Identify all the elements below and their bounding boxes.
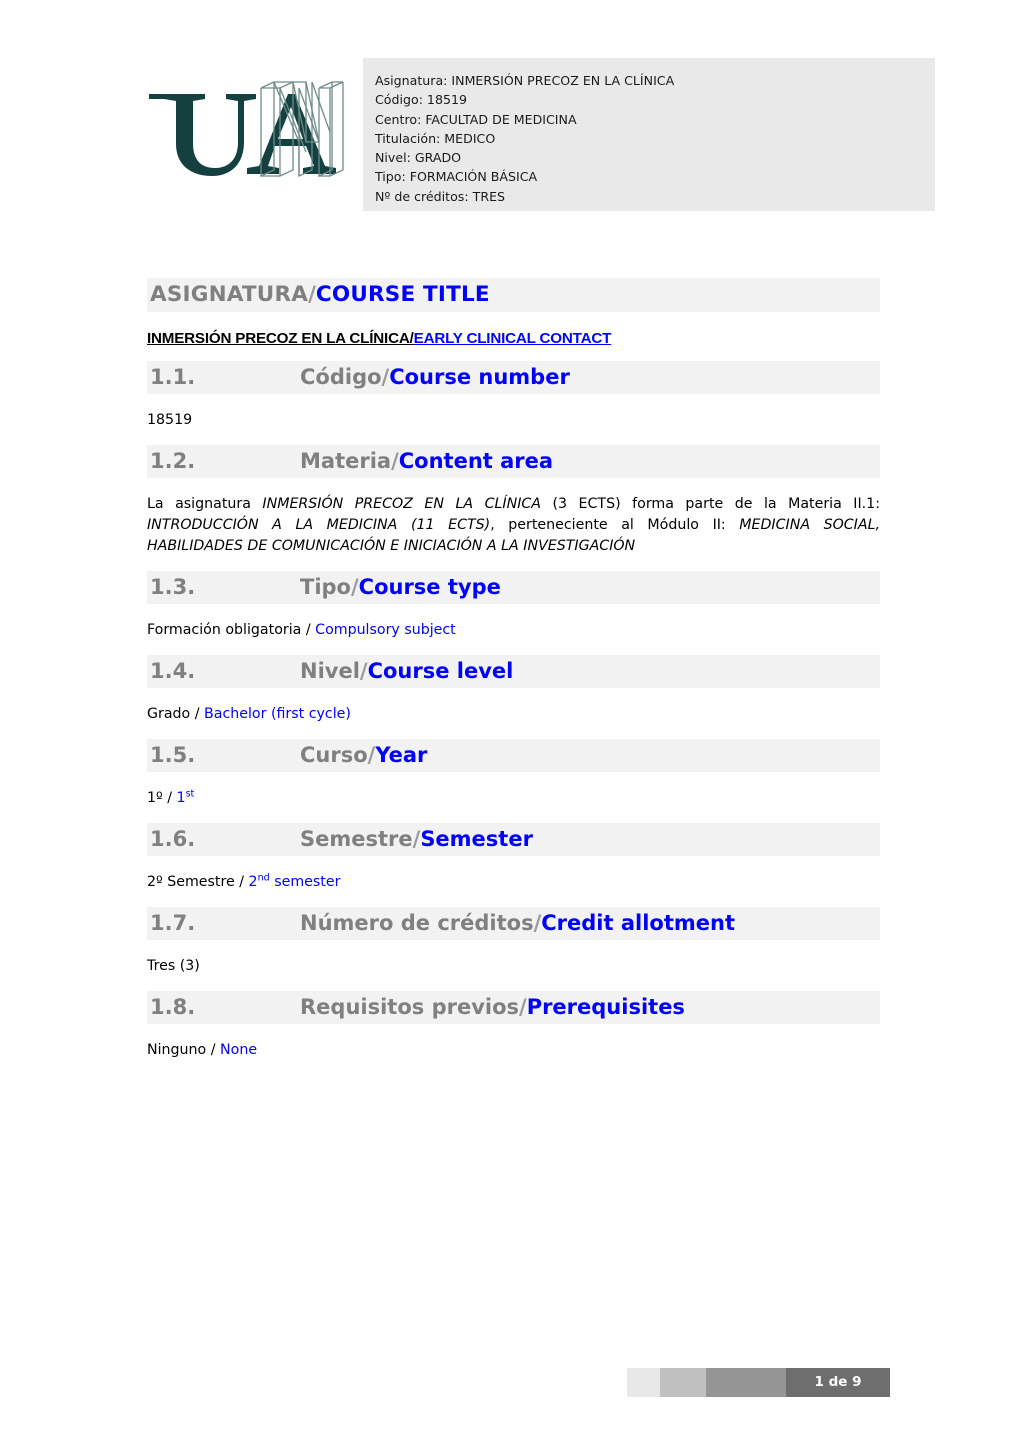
section-number-1-8: 1.8.	[150, 995, 196, 1019]
section-heading-1-3: 1.3. Tipo/Course type	[147, 571, 880, 604]
header-info-creditos: Nº de créditos: TRES	[375, 188, 506, 204]
page-title-spanish: ASIGNATURA	[150, 282, 309, 307]
header-info-box: Asignatura: INMERSIÓN PRECOZ EN LA CLÍNI…	[363, 58, 935, 211]
section-heading-1-6: 1.6. Semestre/Semester	[147, 823, 880, 856]
page-title-separator: /	[308, 282, 316, 307]
document-content: ASIGNATURA/COURSE TITLE INMERSIÓN PRECOZ…	[147, 278, 880, 1061]
header-info-nivel: Nivel: GRADO	[375, 150, 462, 166]
semestre-value-separator: /	[234, 874, 249, 890]
tipo-value-spanish: Formación obligatoria	[147, 622, 302, 638]
page-footer: 1 de 9	[627, 1368, 890, 1397]
page-title: ASIGNATURA/COURSE TITLE	[147, 278, 880, 312]
section-separator-1-8: /	[519, 995, 527, 1019]
tipo-value-separator: /	[301, 622, 316, 638]
section-title-spanish-1-8: Requisitos previos	[300, 995, 520, 1019]
section-title-spanish-1-5: Curso	[300, 743, 368, 767]
section-number-1-6: 1.6.	[150, 827, 196, 851]
nivel-value-separator: /	[190, 706, 205, 722]
section-number-1-4: 1.4.	[150, 659, 196, 683]
section-heading-1-1: 1.1. Código/Course number	[147, 361, 880, 394]
document-header: Asignatura: INMERSIÓN PRECOZ EN LA CLÍNI…	[0, 58, 1020, 218]
document-page: Asignatura: INMERSIÓN PRECOZ EN LA CLÍNI…	[0, 0, 1020, 1443]
semestre-ordinal-rest: semester	[269, 874, 341, 890]
section-number-1-7: 1.7.	[150, 911, 196, 935]
semestre-ordinal-base: 2	[248, 874, 258, 890]
section-title-english-1-5: Year	[375, 743, 428, 767]
semestre-ordinal-suffix: nd	[257, 872, 270, 884]
header-info-asignatura: Asignatura: INMERSIÓN PRECOZ EN LA CLÍNI…	[375, 73, 675, 88]
footer-segment-1	[627, 1368, 660, 1397]
materia-text-3: , perteneciente al Módulo II:	[490, 517, 740, 533]
section-value-1-6: 2º Semestre / 2nd semester	[147, 872, 880, 893]
section-heading-1-5: 1.5. Curso/Year	[147, 739, 880, 772]
semestre-value-spanish: 2º Semestre	[147, 874, 235, 890]
section-heading-1-8: 1.8. Requisitos previos/Prerequisites	[147, 991, 880, 1024]
section-title-english-1-7: Credit allotment	[541, 911, 735, 935]
section-title-spanish-1-7: Número de créditos	[300, 911, 534, 935]
nivel-value-english: Bachelor (first cycle)	[204, 706, 351, 722]
section-title-english-1-3: Course type	[358, 575, 501, 599]
section-title-english-1-6: Semester	[420, 827, 533, 851]
section-value-1-3: Formación obligatoria / Compulsory subje…	[147, 620, 880, 641]
tipo-value-english: Compulsory subject	[315, 622, 456, 638]
nivel-value-spanish: Grado	[147, 706, 191, 722]
semestre-value-english: 2nd semester	[248, 872, 341, 890]
curso-value-separator: /	[162, 790, 177, 806]
section-value-1-4: Grado / Bachelor (first cycle)	[147, 704, 880, 725]
section-value-1-2: La asignatura INMERSIÓN PRECOZ EN LA CLÍ…	[147, 494, 880, 557]
requisitos-value-separator: /	[206, 1042, 221, 1058]
section-separator-1-2: /	[391, 449, 399, 473]
section-separator-1-3: /	[350, 575, 359, 599]
header-info-tipo: Tipo: FORMACIÓN BÁSICA	[375, 169, 538, 185]
curso-ordinal-suffix: st	[185, 788, 195, 800]
section-title-spanish-1-1: Código	[300, 365, 382, 389]
section-heading-1-7: 1.7. Número de créditos/Credit allotment	[147, 907, 880, 940]
section-title-english-1-2: Content area	[398, 449, 554, 473]
materia-subject-name: INTRODUCCIÓN A LA MEDICINA (11 ECTS)	[147, 517, 491, 533]
section-heading-1-2: 1.2. Materia/Content area	[147, 445, 880, 478]
section-title-spanish-1-2: Materia	[300, 449, 392, 473]
curso-ordinal-base: 1	[176, 790, 186, 806]
curso-value-spanish: 1º	[147, 790, 163, 806]
section-value-1-1: 18519	[147, 412, 193, 428]
section-separator-1-4: /	[359, 659, 368, 683]
footer-segment-3	[706, 1368, 786, 1397]
footer-segment-2	[660, 1368, 706, 1397]
header-info-centro: Centro: FACULTAD DE MEDICINA	[375, 111, 577, 127]
section-value-1-7: Tres (3)	[147, 958, 200, 974]
section-value-1-8: Ninguno / None	[147, 1040, 880, 1061]
section-value-1-5: 1º / 1st	[147, 788, 880, 809]
section-title-english-1-1: Course number	[389, 365, 570, 389]
materia-text-1: La asignatura	[147, 496, 263, 512]
section-number-1-1: 1.1.	[150, 365, 196, 389]
curso-value-english: 1st	[176, 788, 195, 806]
section-title-spanish-1-4: Nivel	[300, 659, 360, 683]
header-info-codigo: Código: 18519	[375, 92, 467, 108]
course-name-english: EARLY CLINICAL CONTACT	[413, 330, 612, 347]
uam-logo	[143, 80, 348, 185]
requisitos-value-english: None	[220, 1042, 258, 1058]
page-title-english: COURSE TITLE	[315, 282, 490, 307]
section-title-spanish-1-3: Tipo	[300, 575, 351, 599]
section-number-1-3: 1.3.	[150, 575, 196, 599]
page-number-badge: 1 de 9	[786, 1368, 890, 1397]
section-title-english-1-4: Course level	[367, 659, 514, 683]
section-title-spanish-1-6: Semestre	[300, 827, 413, 851]
materia-text-2: (3 ECTS) forma parte de la Materia II.1:	[541, 496, 880, 512]
header-info-titulacion: Titulación: MEDICO	[375, 130, 496, 146]
requisitos-value-spanish: Ninguno	[147, 1042, 207, 1058]
section-title-english-1-8: Prerequisites	[526, 995, 685, 1019]
course-name-spanish: INMERSIÓN PRECOZ EN LA CLÍNICA	[147, 330, 410, 347]
section-heading-1-4: 1.4. Nivel/Course level	[147, 655, 880, 688]
course-name-subtitle: INMERSIÓN PRECOZ EN LA CLÍNICA/EARLY CLI…	[147, 330, 880, 347]
materia-course-name: INMERSIÓN PRECOZ EN LA CLÍNICA	[262, 496, 541, 512]
section-number-1-2: 1.2.	[150, 449, 196, 473]
section-number-1-5: 1.5.	[150, 743, 196, 767]
